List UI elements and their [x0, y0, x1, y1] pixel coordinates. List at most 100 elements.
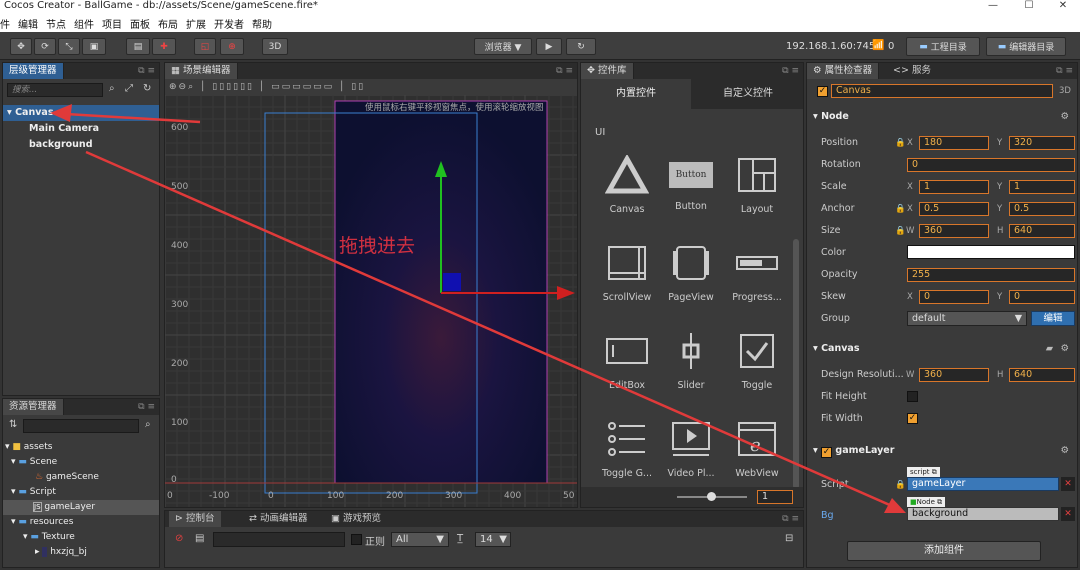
hierarchy-search-input[interactable]: 搜索...	[7, 83, 103, 97]
menu-item-project[interactable]: 项目	[102, 16, 122, 31]
mode-3d-button[interactable]: 3D	[262, 38, 288, 55]
gear-icon[interactable]: ⚙	[1060, 341, 1069, 357]
size-h-input[interactable]: 640	[1009, 224, 1075, 238]
local-coord-icon[interactable]: ▤	[126, 38, 150, 55]
gamelayer-enabled-checkbox[interactable]: ✓	[821, 447, 833, 458]
regex-checkbox[interactable]	[351, 534, 362, 545]
scale-y-input[interactable]: 1	[1009, 180, 1075, 194]
tab-animation[interactable]: ⇄ 动画编辑器	[249, 511, 308, 527]
search-icon[interactable]: ⌕	[145, 419, 151, 430]
menu-item-extension[interactable]: 扩展	[186, 16, 206, 31]
asset-item-assets[interactable]: ▾ ■ assets	[3, 439, 159, 455]
group-edit-button[interactable]: 编辑	[1031, 311, 1075, 326]
tab-control-library[interactable]: ✥ 控件库	[581, 63, 634, 79]
color-swatch[interactable]	[907, 245, 1075, 259]
panel-menu-icon[interactable]: ⧉ ≡	[138, 63, 155, 79]
anchor-y-input[interactable]: 0.5	[1009, 202, 1075, 216]
clear-script-icon[interactable]: ✕	[1061, 477, 1075, 491]
scale-x-input[interactable]: 1	[919, 180, 989, 194]
minimize-icon[interactable]: —	[976, 0, 1010, 12]
project-dir-button[interactable]: ▬ 工程目录	[906, 37, 980, 56]
tab-inspector[interactable]: ⚙ 属性检查器	[807, 63, 880, 79]
tree-item-main-camera[interactable]: Main Camera	[3, 121, 159, 137]
scale-tool-icon[interactable]: ⤡	[58, 38, 80, 55]
gear-icon[interactable]: ⚙	[1060, 109, 1069, 125]
gear-icon[interactable]: ⚙	[1060, 443, 1069, 459]
widget-layout[interactable]: Layout	[727, 155, 787, 215]
menu-item-panel[interactable]: 面板	[130, 16, 150, 31]
book-icon[interactable]: ▰	[1046, 341, 1053, 357]
skew-y-input[interactable]: 0	[1009, 290, 1075, 304]
asset-item-texture[interactable]: ▾ ▬ Texture	[3, 530, 159, 545]
assets-search-input[interactable]	[23, 419, 139, 433]
world-icon[interactable]: ⊕	[220, 38, 244, 55]
log-file-icon[interactable]: ▤	[195, 533, 204, 544]
tree-item-canvas[interactable]: ▾ Canvas	[3, 105, 159, 121]
position-y-input[interactable]: 320	[1009, 136, 1075, 150]
node-section-header[interactable]: ▾ Node ⚙	[807, 109, 1077, 125]
widget-pageview[interactable]: PageView	[661, 243, 721, 303]
tab-scene[interactable]: ▦ 场景编辑器	[165, 63, 238, 79]
close-icon[interactable]: ✕	[1046, 0, 1080, 12]
snap-icon[interactable]: ◱	[194, 38, 216, 55]
menu-item-developer[interactable]: 开发者	[214, 16, 244, 31]
skew-x-input[interactable]: 0	[919, 290, 989, 304]
position-x-input[interactable]: 180	[919, 136, 989, 150]
editor-dir-button[interactable]: ▬ 编辑器目录	[986, 37, 1066, 56]
gizmo-center[interactable]	[443, 273, 461, 291]
tab-game-preview[interactable]: ▣ 游戏预览	[331, 511, 381, 527]
asset-item-gamelayer[interactable]: JS gameLayer	[3, 500, 159, 515]
menu-item-file[interactable]: 件	[0, 16, 10, 31]
widget-videoplayer[interactable]: Video Pl...	[661, 419, 721, 479]
lock-icon[interactable]: 🔒	[895, 204, 906, 214]
search-icon[interactable]: ⌕	[109, 83, 115, 94]
subtab-builtin[interactable]: 内置控件	[581, 79, 691, 109]
node-active-checkbox[interactable]: ✓	[817, 86, 828, 97]
menu-item-edit[interactable]: 编辑	[18, 16, 38, 31]
panel-menu-icon[interactable]: ⧉ ≡	[556, 63, 573, 79]
widget-editbox[interactable]: EditBox	[597, 331, 657, 391]
asset-item-gamescene[interactable]: ♨ gameScene	[3, 470, 159, 485]
widget-progressbar[interactable]: Progress...	[727, 243, 787, 303]
rect-tool-icon[interactable]: ▣	[82, 38, 106, 55]
tree-item-background[interactable]: background	[3, 137, 159, 153]
panel-menu-icon[interactable]: ⧉ ≡	[138, 399, 155, 415]
asset-item-resources[interactable]: ▾ ▬ resources	[3, 515, 159, 530]
menu-item-component[interactable]: 组件	[74, 16, 94, 31]
rotation-input[interactable]: 0	[907, 158, 1075, 172]
scene-viewport[interactable]	[165, 95, 577, 507]
expand-icon[interactable]: ⤢	[125, 83, 133, 94]
fit-height-checkbox[interactable]	[907, 391, 918, 402]
collapse-icon[interactable]: ⊟	[785, 533, 793, 544]
clear-bg-icon[interactable]: ✕	[1061, 507, 1075, 521]
opacity-input[interactable]: 255	[907, 268, 1075, 282]
canvas-section-header[interactable]: ▾ Canvas ▰ ⚙	[807, 341, 1077, 357]
design-h-input[interactable]: 640	[1009, 368, 1075, 382]
widget-togglegroup[interactable]: Toggle G...	[597, 419, 657, 479]
add-component-button[interactable]: 添加组件	[847, 541, 1041, 561]
menu-item-help[interactable]: 帮助	[252, 16, 272, 31]
tab-assets[interactable]: 资源管理器	[3, 399, 64, 415]
menu-item-node[interactable]: 节点	[46, 16, 66, 31]
menu-item-layout[interactable]: 布局	[158, 16, 178, 31]
pivot-icon[interactable]: ✚	[152, 38, 176, 55]
panel-menu-icon[interactable]: ⧉ ≡	[782, 63, 799, 79]
font-size-select[interactable]: 14 ▼	[475, 532, 511, 547]
asset-item-scene[interactable]: ▾ ▬ Scene	[3, 455, 159, 470]
bg-node-field[interactable]: background	[907, 507, 1059, 521]
subtab-custom[interactable]: 自定义控件	[693, 79, 803, 109]
panel-menu-icon[interactable]: ⧉ ≡	[782, 511, 799, 527]
design-w-input[interactable]: 360	[919, 368, 989, 382]
widget-button[interactable]: Button Button	[661, 155, 721, 212]
asset-item-script[interactable]: ▾ ▬ Script	[3, 485, 159, 500]
scene-align-toolbar[interactable]: ⊕⊖⌕ │ ▯▯▯▯▯▯ │ ▭▭▭▭▭▭ │ ▯▯	[165, 79, 577, 95]
zoom-slider-handle[interactable]	[707, 492, 716, 501]
widget-slider[interactable]: Slider	[661, 331, 721, 391]
sort-icon[interactable]: ⇅	[9, 419, 17, 430]
zoom-input[interactable]: 1	[757, 490, 793, 504]
fit-width-checkbox[interactable]: ✓	[907, 413, 918, 424]
tab-hierarchy[interactable]: 层级管理器	[3, 63, 64, 79]
widget-canvas[interactable]: Canvas	[597, 153, 657, 215]
size-w-input[interactable]: 360	[919, 224, 989, 238]
asset-item-hxzjq-bj[interactable]: ▸ ▮ hxzjq_bj	[3, 545, 159, 560]
